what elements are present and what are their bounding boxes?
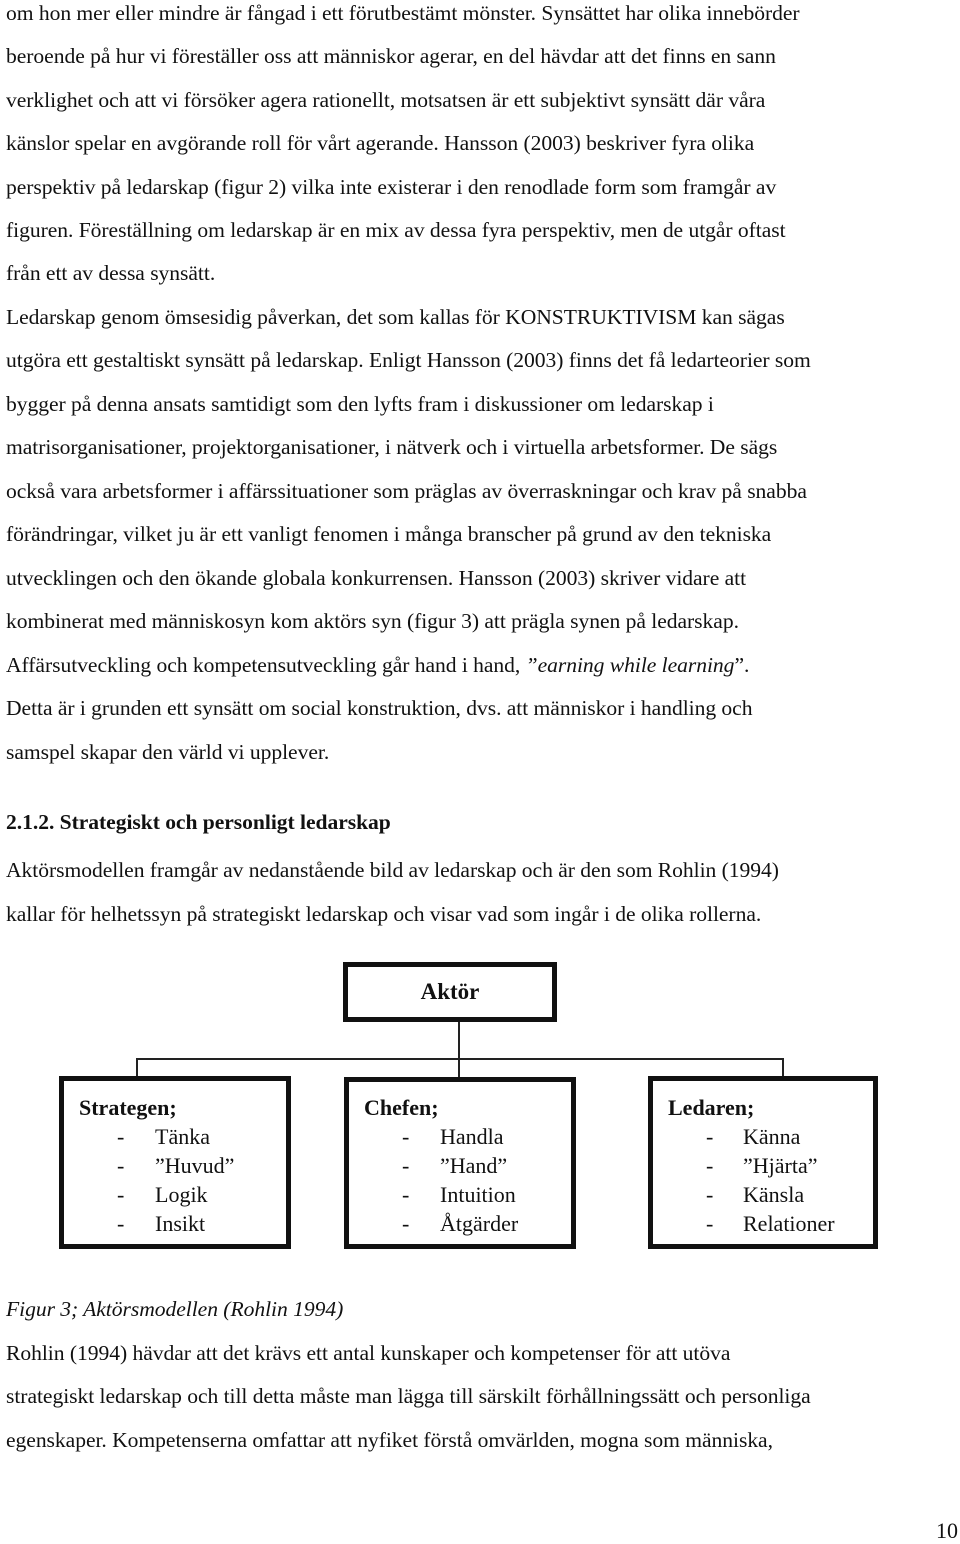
text-line: om hon mer eller mindre är fångad i ett … xyxy=(6,1,800,25)
root-label: Aktör xyxy=(420,979,480,1004)
connector-vertical-root xyxy=(458,1022,460,1077)
text-line: Aktörsmodellen framgår av nedanstående b… xyxy=(6,858,779,882)
role-item: Relationer xyxy=(743,1211,835,1236)
page-number: 10 xyxy=(936,1518,958,1543)
section-heading: 2.1.2. Strategiskt och personligt ledars… xyxy=(6,810,391,834)
text-line: Affärsutveckling och kompetensutveckling… xyxy=(6,652,749,678)
bullet-dash: - xyxy=(402,1211,410,1236)
role-item: Tänka xyxy=(155,1124,210,1149)
connector-left xyxy=(136,1058,138,1077)
bullet-dash: - xyxy=(706,1124,714,1149)
text-line: känslor spelar en avgörande roll för vår… xyxy=(6,131,755,155)
text-line: perspektiv på ledarskap (figur 2) vilka … xyxy=(6,175,777,199)
figure-caption: Figur 3; Aktörsmodellen (Rohlin 1994) xyxy=(6,1297,344,1321)
text-line: figuren. Föreställning om ledarskap är e… xyxy=(6,218,786,242)
text-line: utvecklingen och den ökande globala konk… xyxy=(6,566,747,590)
role-item: Logik xyxy=(155,1182,208,1207)
bullet-dash: - xyxy=(402,1182,410,1207)
connector-horizontal xyxy=(136,1058,784,1060)
text-line: bygger på denna ansats samtidigt som den… xyxy=(6,392,714,416)
bullet-dash: - xyxy=(706,1182,714,1207)
text-line: utgöra ett gestaltiskt synsätt på ledars… xyxy=(6,348,811,372)
text-line: verklighet och att vi försöker agera rat… xyxy=(6,88,766,112)
role-box-ledaren: Ledaren; - Känna - ”Hjärta” - Känsla - R… xyxy=(648,1076,878,1249)
text-line: kallar för helhetssyn på strategiskt led… xyxy=(6,902,762,926)
text-line: strategiskt ledarskap och till detta mås… xyxy=(6,1384,811,1408)
role-box-chefen: Chefen; - Handla - ”Hand” - Intuition - … xyxy=(344,1077,576,1249)
text-line: Ledarskap genom ömsesidig påverkan, det … xyxy=(6,305,785,329)
text-line: förändringar, vilket ju är ett vanligt f… xyxy=(6,522,772,546)
role-item: Handla xyxy=(440,1124,504,1149)
italic-phrase: earning while learning xyxy=(537,653,735,677)
text-line: samspel skapar den värld vi upplever. xyxy=(6,740,330,764)
bullet-dash: - xyxy=(706,1211,714,1236)
role-item: ”Huvud” xyxy=(155,1153,235,1178)
role-box-strategen: Strategen; - Tänka - ”Huvud” - Logik - I… xyxy=(59,1076,291,1249)
role-item: ”Hand” xyxy=(440,1153,508,1178)
root-box-aktor: Aktör xyxy=(343,962,557,1022)
role-item: ”Hjärta” xyxy=(743,1153,818,1178)
quote-open: ” xyxy=(525,653,538,677)
text-span: Affärsutveckling och kompetensutveckling… xyxy=(6,653,526,677)
bullet-dash: - xyxy=(706,1153,714,1178)
bullet-dash: - xyxy=(402,1124,410,1149)
role-title: Chefen; xyxy=(364,1095,439,1120)
role-item: Intuition xyxy=(440,1182,516,1207)
role-title: Strategen; xyxy=(79,1095,177,1120)
quote-close: ”. xyxy=(734,653,750,677)
text-line: beroende på hur vi föreställer oss att m… xyxy=(6,44,776,68)
bullet-dash: - xyxy=(402,1153,410,1178)
bullet-dash: - xyxy=(117,1124,125,1149)
role-item: Åtgärder xyxy=(440,1211,519,1236)
text-line: kombinerat med människosyn kom aktörs sy… xyxy=(6,609,739,633)
bullet-dash: - xyxy=(117,1211,125,1236)
text-line: också vara arbetsformer i affärssituatio… xyxy=(6,479,807,503)
text-line: Detta är i grunden ett synsätt om social… xyxy=(6,696,753,720)
role-title: Ledaren; xyxy=(668,1095,755,1120)
role-item: Känna xyxy=(743,1124,801,1149)
text-line: Rohlin (1994) hävdar att det krävs ett a… xyxy=(6,1341,731,1365)
role-item: Känsla xyxy=(743,1182,805,1207)
bullet-dash: - xyxy=(117,1182,125,1207)
text-line: egenskaper. Kompetenserna omfattar att n… xyxy=(6,1428,773,1452)
bullet-dash: - xyxy=(117,1153,125,1178)
text-line: matrisorganisationer, projektorganisatio… xyxy=(6,435,778,459)
role-item: Insikt xyxy=(155,1211,206,1236)
connector-right xyxy=(782,1058,784,1077)
text-line: från ett av dessa synsätt. xyxy=(6,261,216,285)
